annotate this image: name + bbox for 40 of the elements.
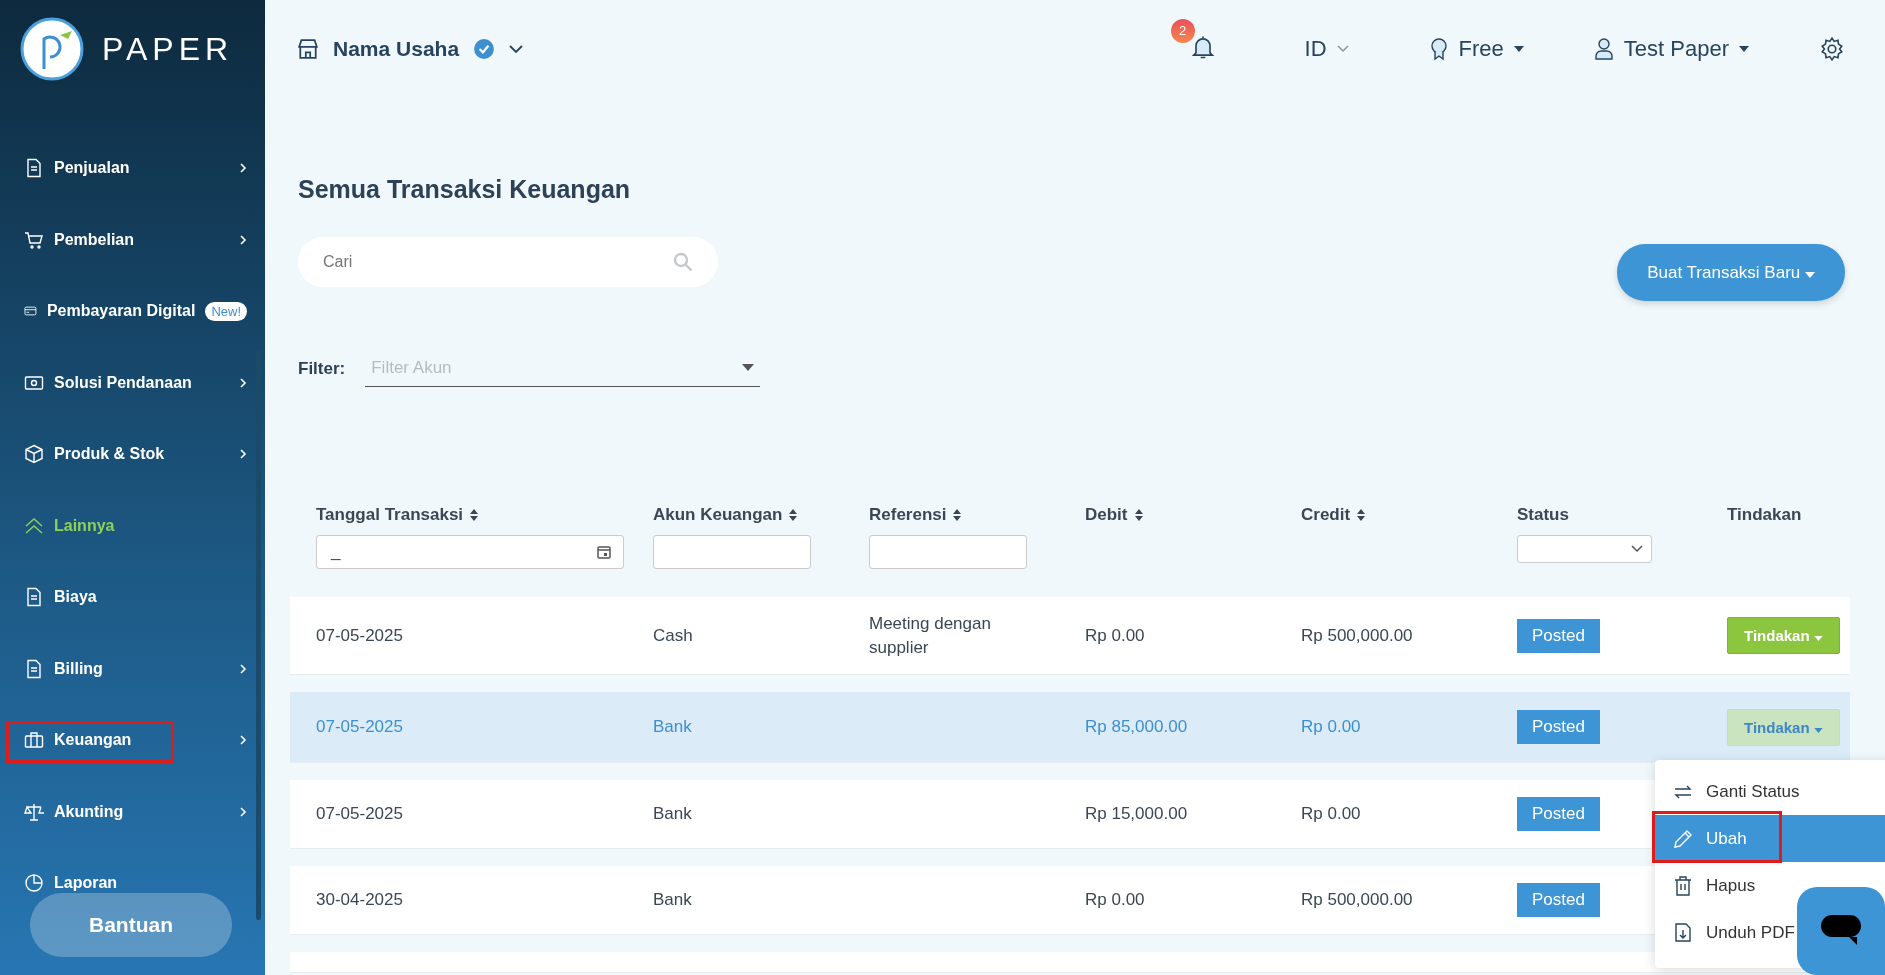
table-cell: Cash (653, 625, 693, 645)
table-cell: Bank (653, 890, 692, 909)
table-cell-text: Meeting dengan supplier (869, 612, 992, 659)
new-badge: New! (205, 301, 247, 321)
table-cell: 30-04-2025 (316, 890, 403, 909)
sidebar-label: Laporan (54, 874, 119, 892)
sidebar-label: Pembelian (54, 230, 136, 249)
sidebar-label: Pembayaran Digital (46, 302, 196, 320)
status-badge: Posted (1517, 710, 1600, 744)
table-cell: Rp 15,000.00 (1085, 804, 1188, 823)
table-cell: Rp 500,000.00 (1301, 890, 1413, 909)
table-cell: Rp 0.00 (1085, 890, 1145, 909)
table-cell: 07-05-2025 (316, 717, 403, 736)
sidebar-label: Penjualan (54, 159, 131, 177)
table-cell: Rp 500,000.00 (1301, 625, 1413, 645)
sidebar-label: Biaya (54, 588, 98, 606)
column-header: Tindakan (1727, 505, 1802, 525)
notification-badge: 2 (1170, 18, 1195, 43)
sidebar-label: Billing (54, 659, 104, 678)
table-cell: Bank (653, 804, 692, 823)
table-cell: Bank (653, 717, 692, 736)
table-cell: 07-05-2025 (316, 804, 403, 823)
sidebar-label: Produk & Stok (54, 445, 166, 463)
table-cell: Rp 0.00 (1085, 625, 1145, 645)
status-badge: Posted (1517, 618, 1600, 653)
table-cell: 07-05-2025 (316, 625, 403, 645)
table-cell: Rp 0.00 (1301, 717, 1361, 736)
sidebar-label: Lainnya (54, 516, 116, 535)
sidebar-label: Keuangan (54, 731, 133, 749)
sidebar-label: Solusi Pendanaan (54, 373, 193, 392)
column-header: Status (1517, 505, 1569, 525)
logo-text: PAPER (102, 30, 234, 68)
status-badge: Posted (1517, 883, 1600, 917)
filter-label: Filter: (298, 359, 346, 380)
table-cell: Rp 0.00 (1301, 804, 1361, 823)
business-name: Nama Usaha (333, 36, 460, 61)
table-cell: Rp 85,000.00 (1085, 717, 1188, 736)
page-title: Semua Transaksi Keuangan (298, 175, 632, 204)
sidebar-label: Akunting (54, 802, 125, 821)
status-badge: Posted (1517, 797, 1600, 831)
